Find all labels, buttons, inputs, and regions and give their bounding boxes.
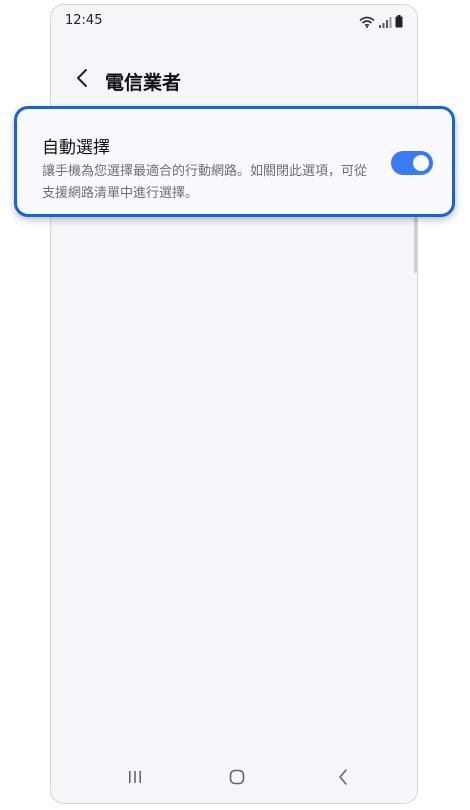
nav-back-button[interactable] bbox=[329, 767, 357, 791]
auto-select-setting[interactable]: 自動選擇 讓手機為您選擇最適合的行動網路。如關閉此選項，可從支援網路清單中進行選… bbox=[14, 106, 455, 217]
page-title: 電信業者 bbox=[105, 72, 182, 94]
home-button[interactable] bbox=[223, 767, 251, 791]
app-header: 電信業者 bbox=[51, 59, 417, 103]
battery-icon bbox=[395, 13, 403, 32]
setting-description: 讓手機為您選擇最適合的行動網路。如關閉此選項，可從支援網路清單中進行選擇。 bbox=[42, 164, 368, 201]
status-time: 12:45 bbox=[65, 13, 103, 28]
back-button[interactable] bbox=[69, 67, 95, 93]
back-icon bbox=[337, 768, 349, 790]
navigation-bar bbox=[51, 757, 417, 803]
recents-button[interactable] bbox=[121, 767, 149, 791]
home-icon bbox=[228, 768, 246, 790]
setting-title: 自動選擇 bbox=[42, 138, 110, 158]
signal-icon bbox=[378, 13, 392, 32]
toggle-knob bbox=[413, 155, 429, 171]
status-bar: 12:45 bbox=[51, 5, 417, 37]
status-icons bbox=[359, 13, 403, 32]
chevron-left-icon bbox=[75, 68, 89, 92]
recents-icon bbox=[126, 769, 144, 789]
wifi-icon bbox=[359, 13, 375, 32]
auto-select-toggle[interactable] bbox=[391, 151, 433, 175]
